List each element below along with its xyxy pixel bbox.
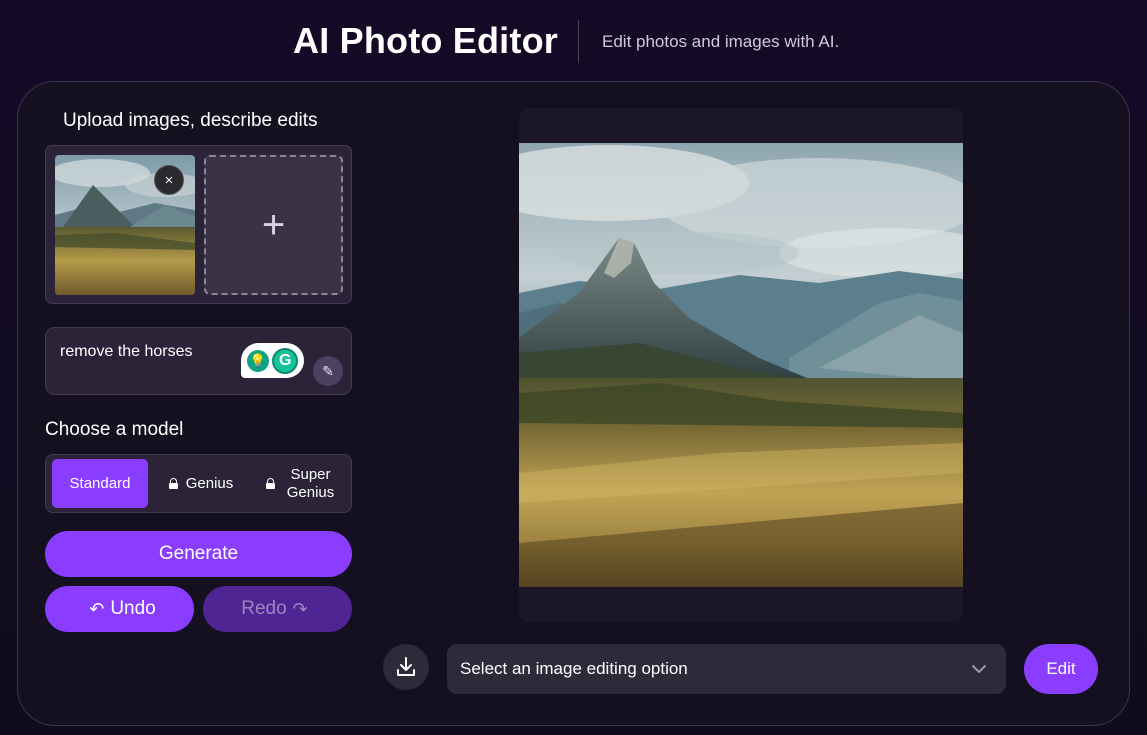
chevron-down-icon xyxy=(972,665,986,673)
download-button[interactable] xyxy=(383,644,429,690)
remove-image-button[interactable]: × xyxy=(154,165,184,195)
grammarly-widget[interactable]: 💡 G xyxy=(241,343,304,378)
edit-option-select[interactable]: Select an image editing option xyxy=(447,644,1006,694)
generate-label: Generate xyxy=(158,543,239,564)
lock-icon xyxy=(168,478,178,489)
plus-icon: + xyxy=(261,203,286,247)
model-option-genius[interactable]: Genius xyxy=(154,459,248,508)
header-divider xyxy=(578,20,579,63)
page-subtitle: Edit photos and images with AI. xyxy=(602,32,840,51)
edit-option-value: Select an image editing option xyxy=(460,659,688,678)
model-option-standard[interactable]: Standard xyxy=(52,459,148,508)
model-option-label: Standard xyxy=(69,474,131,492)
uploaded-image-thumbnail[interactable]: × xyxy=(55,155,195,295)
undo-icon: ↶ xyxy=(89,598,105,619)
model-selector: Standard Genius Super Genius xyxy=(45,454,352,513)
upload-heading: Upload images, describe edits xyxy=(63,110,318,131)
edit-prompt-field[interactable]: remove the horses 💡 G ✎ xyxy=(45,327,352,395)
model-option-label: Super Genius xyxy=(286,466,335,501)
redo-label: Redo xyxy=(241,598,287,619)
edit-prompt-text[interactable]: remove the horses xyxy=(60,343,193,361)
redo-button[interactable]: Redo ↷ xyxy=(203,586,352,632)
landscape-preview-image xyxy=(519,143,963,587)
redo-icon: ↷ xyxy=(292,598,308,619)
lock-icon xyxy=(265,478,275,489)
enhance-prompt-button[interactable]: ✎ xyxy=(313,356,343,386)
close-icon: × xyxy=(164,171,174,189)
model-heading: Choose a model xyxy=(45,419,184,440)
upload-area: × + xyxy=(45,145,352,304)
undo-label: Undo xyxy=(110,598,156,619)
edit-button[interactable]: Edit xyxy=(1024,644,1098,694)
add-image-button[interactable]: + xyxy=(204,155,343,295)
lightbulb-icon[interactable]: 💡 xyxy=(246,349,269,372)
edit-label: Edit xyxy=(1046,659,1076,678)
undo-button[interactable]: ↶ Undo xyxy=(45,586,194,632)
download-icon xyxy=(397,657,415,676)
magic-wand-icon: ✎ xyxy=(322,362,334,379)
generate-button[interactable]: Generate xyxy=(45,531,352,577)
grammarly-logo-icon[interactable]: G xyxy=(272,347,299,374)
page-title: AI Photo Editor xyxy=(293,20,558,61)
preview-image xyxy=(519,143,963,587)
model-option-super-genius[interactable]: Super Genius xyxy=(254,459,350,508)
model-option-label: Genius xyxy=(185,474,234,492)
header: AI Photo Editor Edit photos and images w… xyxy=(0,0,1147,82)
image-preview-panel xyxy=(519,108,963,622)
